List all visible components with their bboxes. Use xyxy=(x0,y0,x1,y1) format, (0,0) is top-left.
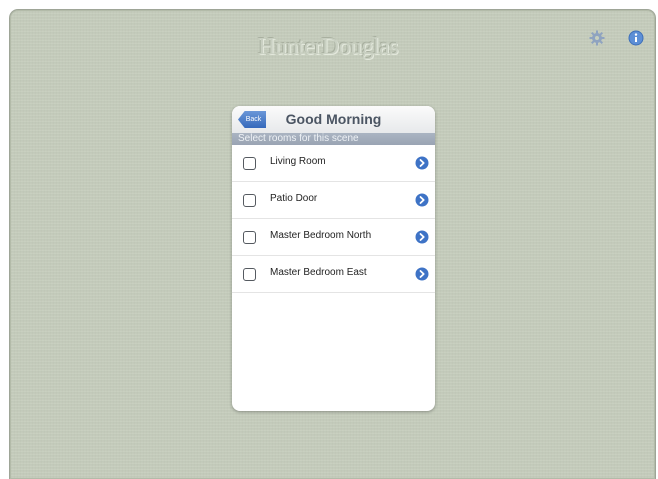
chevron-right-icon[interactable] xyxy=(415,193,429,207)
popover-title: Good Morning xyxy=(285,111,382,127)
chevron-right-icon[interactable] xyxy=(415,230,429,244)
room-checkbox[interactable] xyxy=(243,157,256,170)
app-screen: HunterDouglas Back Good Morning Select r… xyxy=(10,10,655,479)
room-label: Master Bedroom North xyxy=(270,230,372,241)
room-checkbox[interactable] xyxy=(243,231,256,244)
room-row-patio-door[interactable]: Patio Door xyxy=(232,182,435,219)
room-label: Master Bedroom East xyxy=(270,267,367,278)
section-header: Select rooms for this scene xyxy=(232,133,435,145)
room-label: Living Room xyxy=(270,156,326,167)
room-row-living-room[interactable]: Living Room xyxy=(232,145,435,182)
room-row-master-bedroom-north[interactable]: Master Bedroom North xyxy=(232,219,435,256)
room-label: Patio Door xyxy=(270,193,318,204)
chevron-right-icon[interactable] xyxy=(415,156,429,170)
scene-popover: Back Good Morning Select rooms for this … xyxy=(232,106,435,411)
room-checkbox[interactable] xyxy=(243,194,256,207)
brand-logo: HunterDouglas xyxy=(258,34,399,60)
gear-icon[interactable] xyxy=(589,30,605,46)
popover-nav-bar: Back Good Morning xyxy=(232,106,435,133)
chevron-right-icon[interactable] xyxy=(415,267,429,281)
info-icon[interactable] xyxy=(628,30,644,46)
room-checkbox[interactable] xyxy=(243,268,256,281)
room-row-master-bedroom-east[interactable]: Master Bedroom East xyxy=(232,256,435,293)
